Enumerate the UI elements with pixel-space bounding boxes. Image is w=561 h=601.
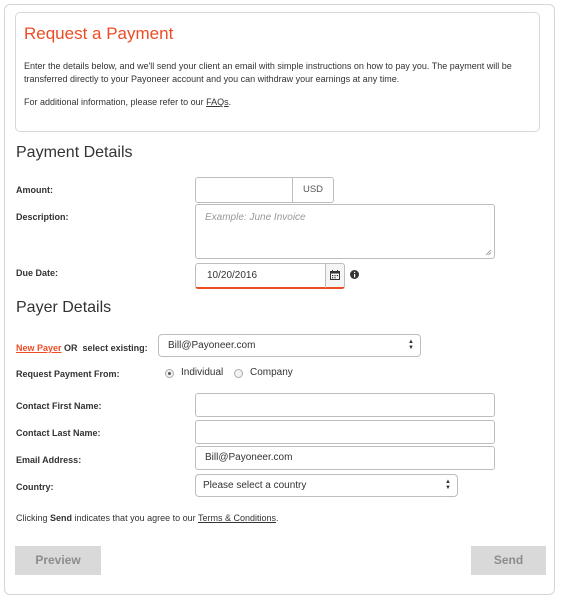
- terms-prefix: Clicking: [16, 513, 51, 523]
- country-value: Please select a country: [203, 480, 307, 491]
- first-name-input[interactable]: [195, 393, 495, 417]
- preview-button[interactable]: Preview: [15, 546, 101, 575]
- terms-link[interactable]: Terms & Conditions: [198, 513, 276, 523]
- existing-payer-select[interactable]: Bill@Payoneer.com ▲ ▼: [158, 334, 421, 357]
- payment-details-heading: Payment Details: [16, 144, 133, 161]
- country-label: Country:: [16, 482, 54, 492]
- email-label: Email Address:: [16, 455, 82, 465]
- country-select[interactable]: Please select a country ▲ ▼: [195, 474, 458, 497]
- calendar-icon: [330, 270, 340, 280]
- or-select-existing-label: OR select existing:: [64, 343, 148, 353]
- due-date-input[interactable]: 10/20/2016: [195, 263, 326, 289]
- last-name-label: Contact Last Name:: [16, 428, 101, 438]
- select-arrows-icon: ▲ ▼: [445, 479, 451, 491]
- terms-notice: Clicking Send indicates that you agree t…: [16, 513, 279, 523]
- amount-input[interactable]: [195, 177, 293, 203]
- company-radio[interactable]: [234, 369, 243, 378]
- page-title: Request a Payment: [24, 24, 174, 43]
- intro-box: Request a Payment Enter the details belo…: [15, 12, 540, 132]
- individual-label[interactable]: Individual: [181, 367, 223, 378]
- intro-description: Enter the details below, and we'll send …: [24, 61, 512, 84]
- due-date-value: 10/20/2016: [207, 270, 258, 281]
- new-payer-link[interactable]: New Payer: [16, 343, 62, 353]
- resize-handle-icon[interactable]: [485, 249, 492, 256]
- payer-choice-row: New Payer OR select existing:: [16, 343, 148, 353]
- select-arrows-icon: ▲ ▼: [408, 339, 414, 351]
- company-label[interactable]: Company: [250, 367, 293, 378]
- currency-addon: USD: [293, 177, 334, 203]
- last-name-input[interactable]: [195, 420, 495, 444]
- payer-details-heading: Payer Details: [16, 299, 112, 316]
- intro-info-prefix: For additional information, please refer…: [24, 97, 207, 107]
- first-name-label: Contact First Name:: [16, 401, 102, 411]
- description-textarea[interactable]: Example: June Invoice: [195, 204, 495, 259]
- faqs-link[interactable]: FAQs: [206, 97, 229, 107]
- terms-suffix: .: [275, 513, 279, 523]
- terms-middle: indicates that you agree to our: [72, 513, 198, 523]
- existing-payer-value: Bill@Payoneer.com: [168, 340, 256, 351]
- amount-label: Amount:: [16, 185, 53, 195]
- description-label: Description:: [16, 212, 69, 222]
- intro-info-suffix: .: [228, 97, 232, 107]
- individual-radio[interactable]: [165, 369, 174, 378]
- send-button[interactable]: Send: [471, 546, 546, 575]
- email-input[interactable]: Bill@Payoneer.com: [195, 446, 495, 470]
- terms-send-word: Send: [50, 513, 73, 523]
- intro-info: For additional information, please refer…: [24, 97, 231, 107]
- request-from-label: Request Payment From:: [16, 369, 120, 379]
- calendar-button[interactable]: [325, 263, 345, 289]
- info-icon[interactable]: [350, 270, 359, 279]
- description-placeholder: Example: June Invoice: [205, 212, 306, 223]
- due-date-label: Due Date:: [16, 268, 59, 278]
- email-value: Bill@Payoneer.com: [205, 452, 293, 463]
